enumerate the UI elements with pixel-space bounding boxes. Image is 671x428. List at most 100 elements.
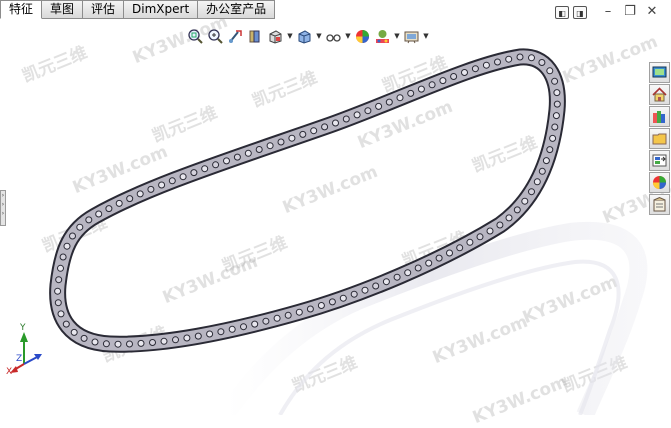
chain-link-pin: [342, 115, 350, 123]
chain-link-pin: [513, 206, 521, 214]
chain-link-pin: [385, 98, 393, 106]
chain-link-pin: [361, 286, 369, 294]
chain-link-pin: [136, 190, 144, 198]
chain-link-pin: [158, 181, 166, 189]
chain-link-pin: [505, 214, 513, 222]
chain-link-pin: [102, 340, 110, 348]
chain-link-pin: [417, 85, 425, 93]
home-icon[interactable]: [649, 84, 670, 105]
chain-link-pin: [201, 165, 209, 173]
chain-link-pin: [244, 149, 252, 157]
feature-manager-collapse-handle[interactable]: › › ›: [0, 190, 6, 226]
chain-link-pin: [251, 320, 259, 328]
triad-z-label: Z: [16, 354, 22, 364]
chain-link-pin: [456, 244, 464, 252]
solidworks-resources-icon[interactable]: [649, 62, 670, 83]
view-settings-icon[interactable]: [403, 28, 420, 45]
appearances-icon[interactable]: [649, 172, 670, 193]
view-orientation-icon[interactable]: [267, 28, 284, 45]
chain-link-pin: [353, 111, 361, 119]
previous-view-icon[interactable]: [227, 28, 244, 45]
apply-scene-icon[interactable]: [374, 28, 391, 45]
chain-link-pin: [486, 227, 494, 235]
chain-link-pin: [435, 254, 443, 262]
graphics-area[interactable]: [0, 19, 671, 415]
tab-dimxpert[interactable]: DimXpert: [124, 0, 199, 19]
minimize-icon[interactable]: –: [600, 5, 616, 20]
chain-link-pin: [172, 336, 179, 344]
chain-link-pin: [137, 339, 145, 347]
chain-link-pin: [476, 233, 484, 241]
chain-link-pin: [57, 264, 64, 272]
chain-link-pin: [62, 320, 70, 328]
chain-link-pin: [70, 328, 78, 336]
chain-link-pin: [528, 54, 535, 62]
chain-link-pin: [206, 330, 214, 338]
close-icon[interactable]: ✕: [644, 5, 660, 20]
chain-link-pin: [546, 146, 554, 154]
view-settings-dropdown-icon[interactable]: ▼: [423, 32, 429, 40]
tab-sketch[interactable]: 草图: [42, 0, 84, 19]
heads-up-view-toolbar: ▼ ▼ ▼ ▼ ▼: [187, 26, 429, 46]
zoom-to-fit-icon[interactable]: [187, 28, 204, 45]
chain-link-pin: [217, 328, 225, 336]
chain-link-pin: [69, 232, 76, 240]
tab-features[interactable]: 特征: [0, 0, 43, 19]
chain-link-pin: [552, 112, 560, 120]
view-orientation-dropdown-icon[interactable]: ▼: [287, 32, 293, 40]
chain-link-pin: [194, 332, 202, 340]
tab-office-products[interactable]: 办公室产品: [198, 0, 276, 19]
chain-link-pin: [538, 167, 546, 175]
apply-scene-dropdown-icon[interactable]: ▼: [394, 32, 400, 40]
chain-link-pin: [160, 337, 168, 345]
chain-link-pin: [223, 157, 230, 165]
file-explorer-icon[interactable]: [649, 128, 670, 149]
custom-properties-icon[interactable]: [649, 194, 670, 215]
edit-appearance-icon[interactable]: [354, 28, 371, 45]
collapse-right-icon[interactable]: ◨: [573, 6, 587, 19]
design-library-icon[interactable]: [649, 106, 670, 127]
chain-link-pin: [425, 259, 433, 267]
chain-link-pin: [55, 276, 63, 284]
chain-link-pin: [183, 334, 191, 342]
chain-link-pin: [350, 290, 358, 298]
chain-link-pin: [76, 223, 84, 231]
chain-link-pin: [375, 102, 383, 110]
command-manager-tabs: 特征 草图 评估 DimXpert 办公室产品: [0, 0, 276, 19]
chain-link-pin: [494, 58, 501, 66]
chain-link-pin: [228, 325, 236, 333]
chain-link-pin: [372, 282, 380, 290]
tab-evaluate[interactable]: 评估: [83, 0, 125, 19]
chain-link-pin: [306, 305, 314, 313]
collapse-left-icon[interactable]: ◧: [555, 6, 569, 19]
triad-y-label: Y: [19, 323, 26, 333]
display-style-icon[interactable]: [296, 28, 313, 45]
chain-link-pin: [364, 107, 372, 115]
triad-x-label: X: [6, 367, 12, 377]
chain-link-pin: [149, 339, 156, 346]
view-palette-icon[interactable]: [649, 150, 670, 171]
restore-icon[interactable]: ❐: [622, 5, 638, 20]
chain-link-pin: [328, 298, 336, 306]
chain-link-pin: [505, 55, 513, 63]
chain-link-pin: [382, 278, 390, 286]
chain-link-pin: [396, 94, 404, 102]
section-view-icon[interactable]: [247, 28, 264, 45]
chain-link-pin: [168, 177, 176, 185]
chain-link-pin: [404, 269, 412, 277]
hide-show-dropdown-icon[interactable]: ▼: [345, 32, 351, 40]
chain-link-pin: [428, 81, 436, 89]
chain-link-pin: [147, 185, 155, 193]
chain-link-pin: [262, 317, 270, 325]
chain-link-pin: [521, 197, 529, 205]
chain-link-pin: [553, 100, 561, 108]
reference-triad: Y Z X: [6, 323, 42, 377]
hide-show-items-icon[interactable]: [325, 28, 342, 45]
zoom-area-icon[interactable]: [207, 28, 224, 45]
chain-link-pin: [528, 188, 535, 196]
chain-link-pin: [63, 242, 71, 250]
display-style-dropdown-icon[interactable]: ▼: [316, 32, 322, 40]
chain-link-pin: [439, 77, 447, 85]
window-controls: – ❐ ✕: [600, 5, 660, 20]
chain-link-pin: [255, 146, 263, 153]
